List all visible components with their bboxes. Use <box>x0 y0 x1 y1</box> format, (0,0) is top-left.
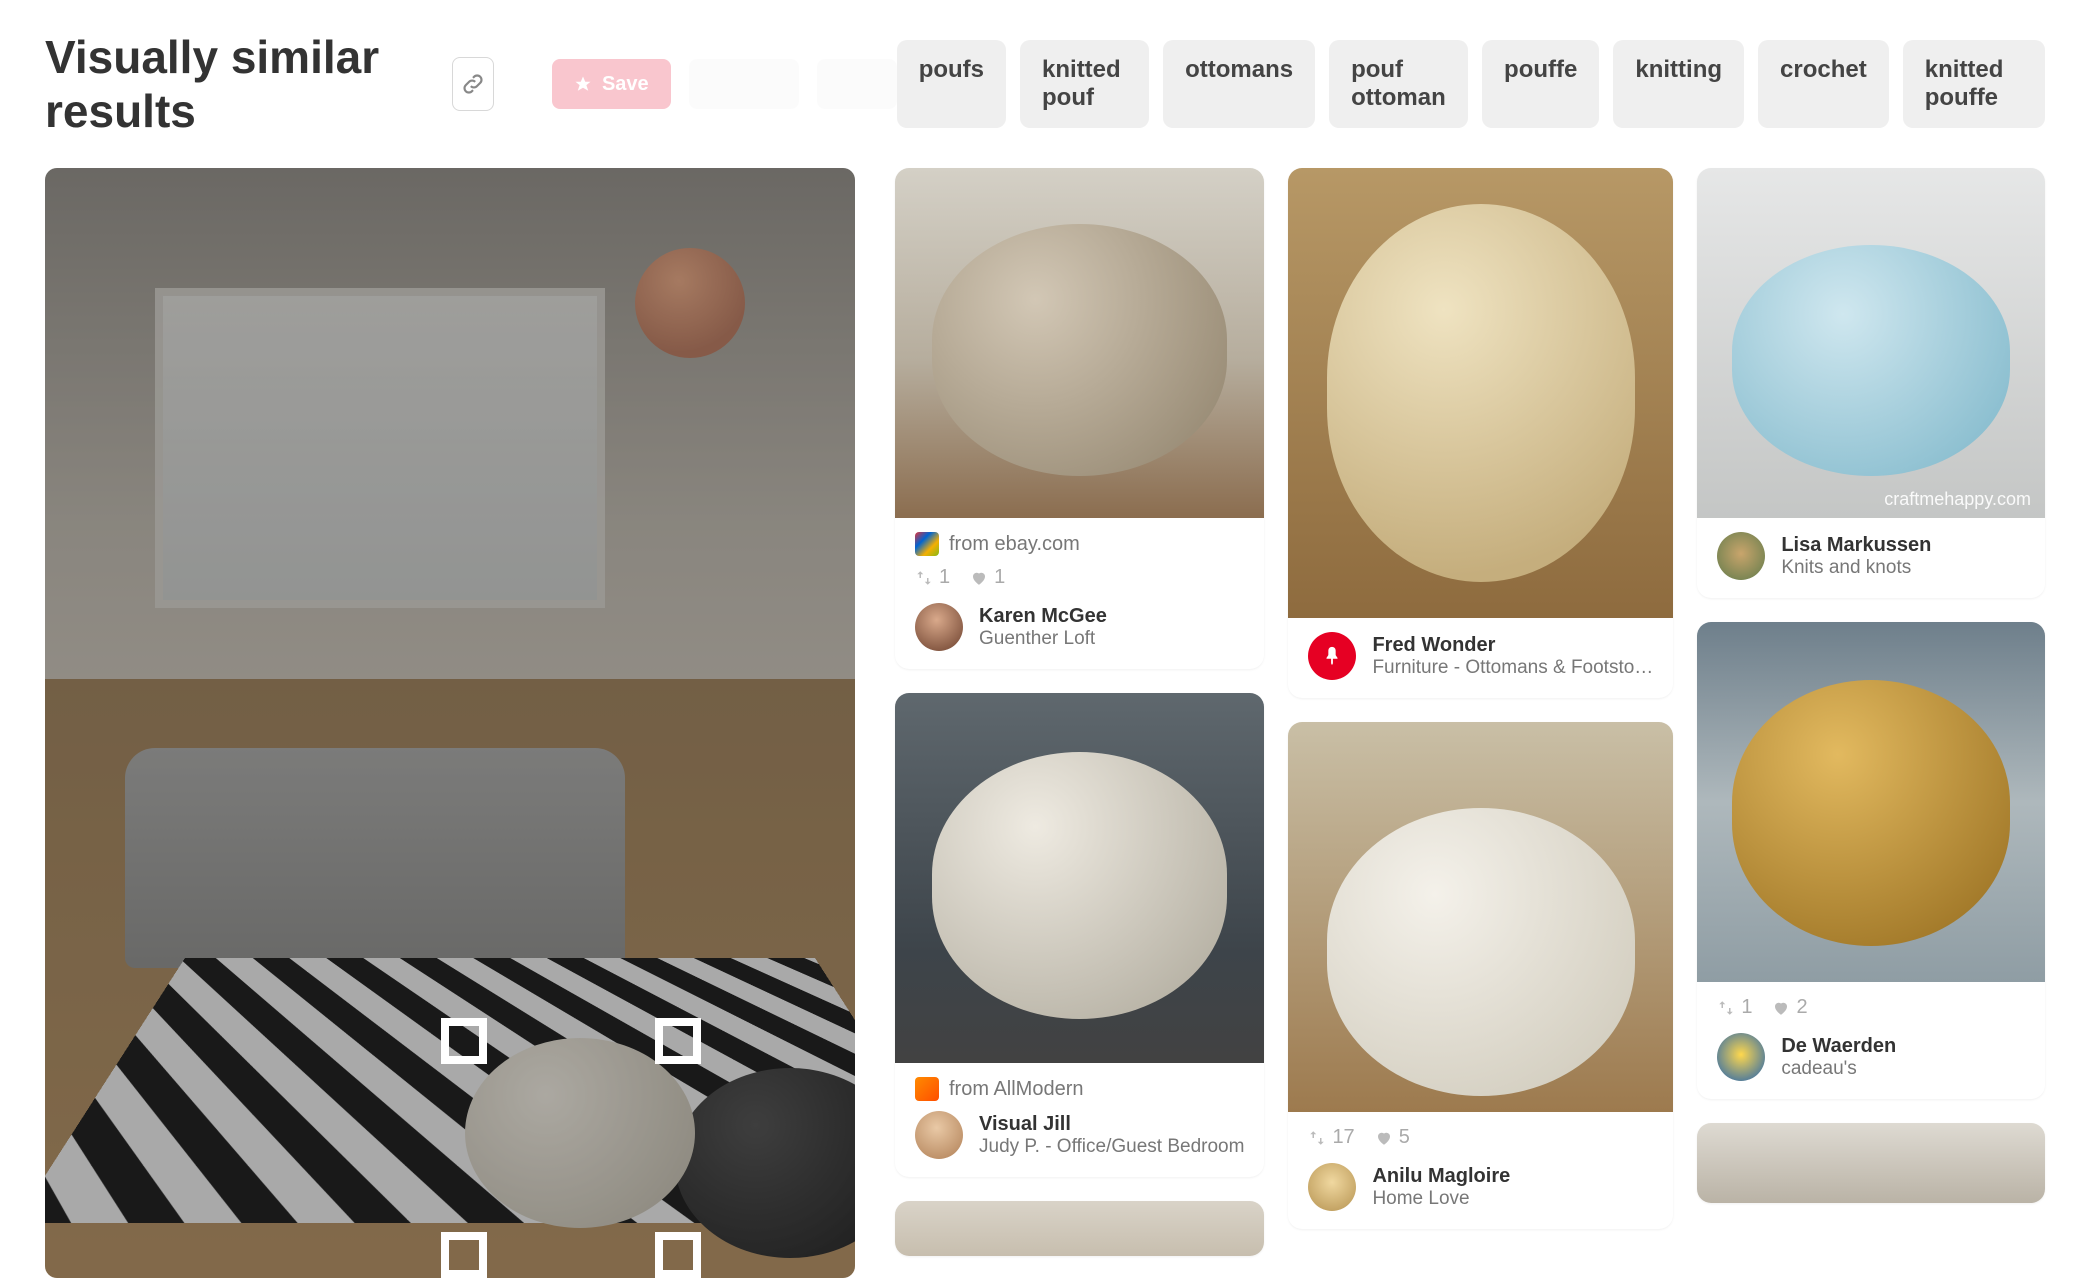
result-card[interactable] <box>1697 1123 2045 1203</box>
user-name: Fred Wonder <box>1372 634 1653 657</box>
board-name: Furniture - Ottomans & Footsto… <box>1372 657 1653 679</box>
user-attribution[interactable]: De Waerdencadeau's <box>1717 1033 2025 1081</box>
user-attribution[interactable]: Fred WonderFurniture - Ottomans & Footst… <box>1308 632 1653 680</box>
pin-stats: 17 5 <box>1308 1126 1653 1149</box>
user-name: Visual Jill <box>979 1113 1244 1136</box>
page-title: Visually similar results <box>45 30 428 138</box>
like-count: 1 <box>970 566 1005 589</box>
board-name: Home Love <box>1372 1188 1510 1210</box>
board-name: Guenther Loft <box>979 628 1107 650</box>
user-attribution[interactable]: Visual JillJudy P. - Office/Guest Bedroo… <box>915 1111 1244 1159</box>
result-thumbnail[interactable] <box>1697 1123 2045 1203</box>
results-grid: from ebay.com11Karen McGeeGuenther Loftf… <box>895 168 2045 1278</box>
avatar <box>1717 1033 1765 1081</box>
repin-count: 1 <box>1717 996 1752 1019</box>
like-count: 2 <box>1772 996 1807 1019</box>
avatar <box>1308 1163 1356 1211</box>
tag-knitted-pouf[interactable]: knitted pouf <box>1020 40 1149 128</box>
tag-poufs[interactable]: poufs <box>897 40 1006 128</box>
result-card[interactable]: from AllModern Visual JillJudy P. - Offic… <box>895 693 1264 1177</box>
favicon-icon <box>915 1077 939 1101</box>
avatar <box>915 603 963 651</box>
board-name: cadeau's <box>1781 1058 1896 1080</box>
user-name: De Waerden <box>1781 1035 1896 1058</box>
ghost-action-2 <box>817 59 897 109</box>
user-name: Lisa Markussen <box>1781 534 1931 557</box>
tag-knitting[interactable]: knitting <box>1613 40 1744 128</box>
favicon-icon <box>915 532 939 556</box>
result-thumbnail[interactable] <box>1288 168 1673 618</box>
result-card[interactable] <box>895 1201 1264 1256</box>
result-card[interactable]: from ebay.com 11 Karen McGeeGuenther Loft <box>895 168 1264 669</box>
source-label[interactable]: from ebay.com <box>915 532 1244 556</box>
pin-stats: 12 <box>1717 996 2025 1019</box>
result-thumbnail[interactable] <box>895 693 1264 1063</box>
avatar <box>1717 532 1765 580</box>
result-card[interactable]: 12 De Waerdencadeau's <box>1697 622 2045 1099</box>
result-thumbnail[interactable] <box>895 168 1264 518</box>
like-count: 5 <box>1375 1126 1410 1149</box>
ghost-actions: Save <box>552 59 897 109</box>
board-name: Knits and knots <box>1781 557 1931 579</box>
board-name: Judy P. - Office/Guest Bedroom <box>979 1136 1244 1158</box>
source-label[interactable]: from AllModern <box>915 1077 1244 1101</box>
link-icon <box>460 71 486 97</box>
watermark: craftmehappy.com <box>1884 489 2031 510</box>
result-thumbnail[interactable]: craftmehappy.com <box>1697 168 2045 518</box>
user-name: Karen McGee <box>979 605 1107 628</box>
result-thumbnail[interactable] <box>1288 722 1673 1112</box>
result-thumbnail[interactable] <box>1697 622 2045 982</box>
pin-stats: 11 <box>915 566 1244 589</box>
tag-pouffe[interactable]: pouffe <box>1482 40 1599 128</box>
repin-count: 17 <box>1308 1126 1354 1149</box>
result-card[interactable]: Fred WonderFurniture - Ottomans & Footst… <box>1288 168 1673 698</box>
source-image[interactable] <box>45 168 855 1278</box>
user-attribution[interactable]: Lisa MarkussenKnits and knots <box>1717 532 2025 580</box>
ghost-save-button: Save <box>552 59 671 109</box>
user-name: Anilu Magloire <box>1372 1165 1510 1188</box>
user-attribution[interactable]: Anilu MagloireHome Love <box>1308 1163 1653 1211</box>
result-card[interactable]: 17 5 Anilu MagloireHome Love <box>1288 722 1673 1229</box>
result-card[interactable]: craftmehappy.com Lisa MarkussenKnits and … <box>1697 168 2045 598</box>
tag-knitted-pouffe[interactable]: knitted pouffe <box>1903 40 2045 128</box>
copy-link-button[interactable] <box>452 57 494 111</box>
repin-count: 1 <box>915 566 950 589</box>
result-thumbnail[interactable] <box>895 1201 1264 1256</box>
tag-row: poufsknitted poufottomanspouf ottomanpou… <box>897 40 2045 128</box>
tag-pouf-ottoman[interactable]: pouf ottoman <box>1329 40 1468 128</box>
user-attribution[interactable]: Karen McGeeGuenther Loft <box>915 603 1244 651</box>
tag-crochet[interactable]: crochet <box>1758 40 1889 128</box>
ghost-action-1 <box>689 59 799 109</box>
pinterest-icon <box>1308 632 1356 680</box>
avatar <box>915 1111 963 1159</box>
tag-ottomans[interactable]: ottomans <box>1163 40 1315 128</box>
header: Visually similar results Save poufsknitt… <box>45 30 2045 138</box>
